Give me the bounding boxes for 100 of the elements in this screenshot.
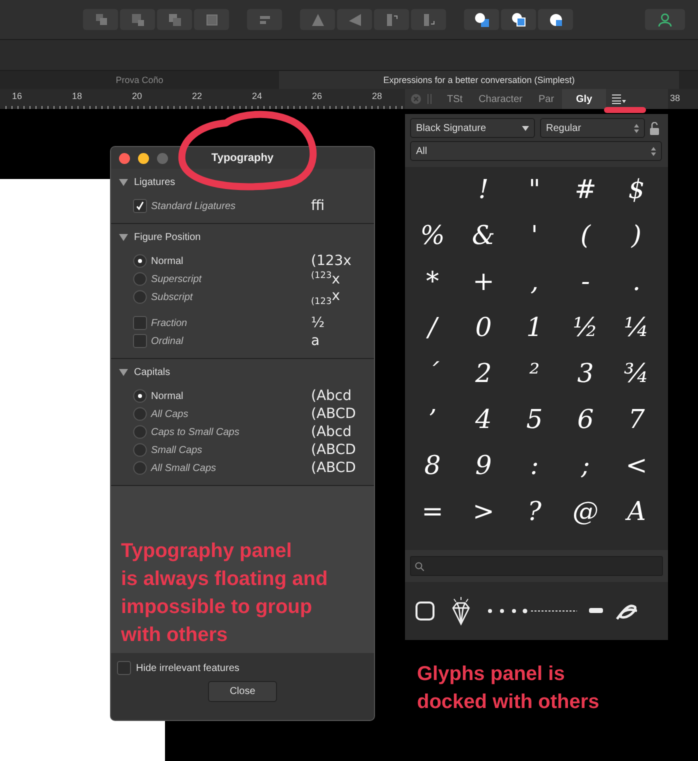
glyph-cell[interactable]: <: [626, 451, 648, 481]
option-label: Hide irrelevant features: [136, 662, 240, 674]
toolbar-button[interactable]: [501, 9, 536, 30]
menu-icon[interactable]: [612, 94, 626, 104]
preview-sample: (Abcd: [311, 388, 352, 404]
glyph-cell[interactable]: ¼: [624, 313, 650, 343]
glyph-cell[interactable]: 2: [475, 359, 492, 389]
glyph-cell[interactable]: #: [574, 175, 596, 205]
search-icon: [415, 562, 424, 570]
glyph-cell[interactable]: &: [472, 221, 496, 251]
glyph-cell[interactable]: +: [472, 267, 494, 297]
glyph-cell[interactable]: 7: [628, 405, 645, 435]
glyph-cell[interactable]: ’: [428, 405, 437, 435]
document-tab[interactable]: Expressions for a better conversation (Simplest): [279, 71, 679, 89]
glyph-cell[interactable]: *: [426, 267, 439, 297]
section-title: Figure Position: [134, 232, 201, 242]
disclosure-icon[interactable]: [119, 178, 128, 186]
lock-icon[interactable]: [650, 122, 659, 134]
panel-tab[interactable]: TSt: [439, 89, 471, 109]
checkbox[interactable]: [133, 334, 147, 348]
grip-icon[interactable]: [427, 94, 433, 104]
option-label: Normal: [151, 256, 184, 266]
glyph-cell[interactable]: %: [420, 221, 445, 251]
glyph-cell[interactable]: >: [472, 497, 494, 527]
close-icon[interactable]: [411, 94, 421, 104]
glyph-cell[interactable]: ": [528, 175, 540, 205]
glyph-cell[interactable]: :: [530, 451, 539, 481]
radio-button[interactable]: [133, 290, 147, 304]
glyph-cell[interactable]: 6: [577, 405, 594, 435]
checkbox[interactable]: [117, 661, 131, 675]
option-label: Fraction: [151, 318, 188, 328]
dotted-line-icon[interactable]: [487, 607, 577, 615]
glyph-cell[interactable]: 3: [577, 359, 594, 389]
close-light[interactable]: [119, 152, 130, 164]
category-dropdown[interactable]: All: [410, 141, 662, 161]
zoom-light[interactable]: [157, 152, 168, 164]
circle-square-icon: [474, 12, 490, 28]
style-dropdown[interactable]: Regular: [540, 118, 645, 138]
preview-sample: (ABCD: [311, 460, 356, 476]
rounded-square-icon[interactable]: [415, 601, 435, 621]
glyph-cell[interactable]: 1: [526, 313, 543, 343]
person-icon: [658, 12, 672, 26]
annotation-text: Glyphs panel is docked with others: [417, 662, 600, 715]
glyph-cell[interactable]: -: [581, 267, 590, 297]
preview-sample: (ABCD: [311, 406, 356, 422]
stepper-icon: [634, 124, 639, 132]
glyph-cell[interactable]: @: [572, 497, 598, 527]
glyph-cell[interactable]: 8: [424, 451, 441, 481]
glyph-cell[interactable]: ,: [530, 267, 539, 297]
window-title: Typography: [211, 152, 274, 164]
triangle-icon: [346, 12, 362, 28]
radio-button[interactable]: [133, 389, 147, 403]
radio-button[interactable]: [133, 425, 147, 439]
toolbar-button[interactable]: [538, 9, 573, 30]
checkbox[interactable]: [133, 199, 147, 213]
preview-sample: ½: [311, 315, 325, 331]
disclosure-icon[interactable]: [119, 368, 128, 376]
checkbox[interactable]: [133, 316, 147, 330]
dash-icon[interactable]: [589, 608, 603, 614]
radio-button[interactable]: [133, 272, 147, 286]
search-field[interactable]: [410, 556, 663, 576]
glyph-cell[interactable]: =: [422, 497, 444, 527]
triangle-icon: [310, 12, 326, 28]
stepper-icon: [651, 146, 656, 156]
glyph-cell[interactable]: ´: [426, 359, 439, 389]
disclosure-icon[interactable]: [119, 233, 128, 241]
glyph-cell[interactable]: ²: [529, 359, 540, 389]
glyph-cell[interactable]: ¾: [624, 359, 650, 389]
minimize-light[interactable]: [138, 152, 149, 164]
glyph-cell[interactable]: ½: [572, 313, 598, 343]
user-button[interactable]: [645, 9, 685, 30]
glyph-cell[interactable]: 5: [526, 405, 543, 435]
glyph-cell[interactable]: A: [627, 497, 646, 527]
glyph-cell[interactable]: ;: [581, 451, 590, 481]
radio-button[interactable]: [133, 254, 147, 268]
glyph-cell[interactable]: ': [530, 221, 538, 251]
panel-tab[interactable]: Gly: [562, 89, 606, 109]
toolbar-button[interactable]: [464, 9, 499, 30]
font-dropdown[interactable]: Black Signature: [410, 118, 535, 138]
glyph-cell[interactable]: .: [632, 267, 641, 297]
glyph-cell[interactable]: 9: [475, 451, 492, 481]
preview-sample: (ABCD: [311, 442, 356, 458]
square-icon: [204, 12, 220, 28]
panel-tab[interactable]: Character: [470, 89, 530, 109]
glyph-cell[interactable]: /: [428, 313, 437, 343]
option-label: Subscript: [151, 292, 194, 302]
annotation-text: Typography panel is always floating and impossible to group with others: [121, 539, 328, 648]
glyph-cell[interactable]: ): [631, 221, 642, 251]
radio-button[interactable]: [133, 461, 147, 475]
close-button[interactable]: Close: [208, 681, 277, 702]
panel-tab[interactable]: Par: [530, 89, 562, 109]
glyph-cell[interactable]: 4: [475, 405, 492, 435]
glyph-cell[interactable]: !: [478, 175, 489, 205]
radio-button[interactable]: [133, 407, 147, 421]
glyph-cell[interactable]: ?: [528, 497, 542, 527]
glyph-cell[interactable]: $: [628, 175, 645, 205]
radio-button[interactable]: [133, 443, 147, 457]
glyph-cell[interactable]: 0: [475, 313, 492, 343]
glyph-cell[interactable]: (: [580, 221, 591, 251]
preview-sample: (Abcd: [311, 424, 352, 440]
